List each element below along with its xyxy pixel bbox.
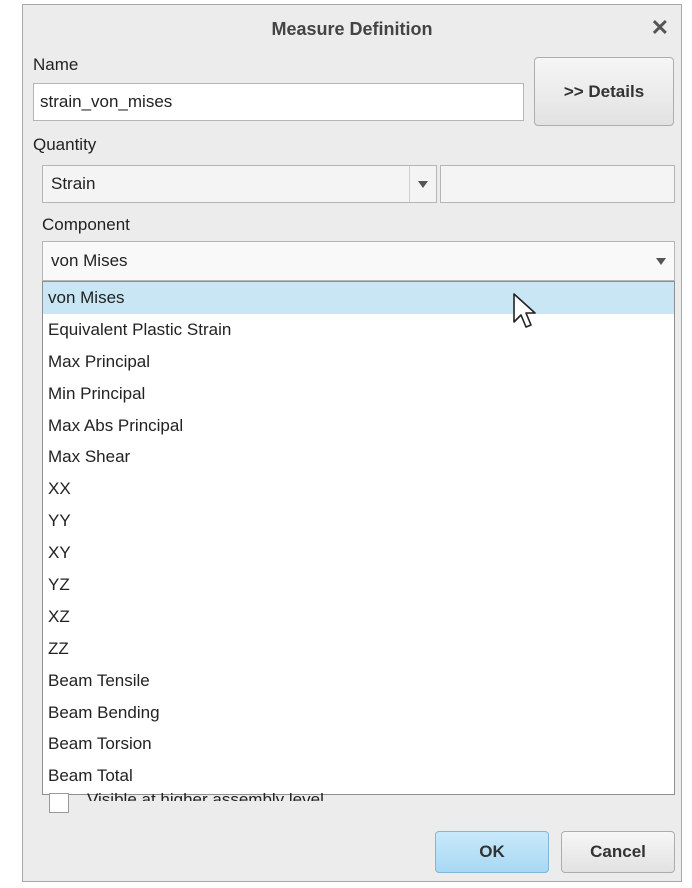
name-label: Name	[33, 55, 79, 74]
list-item[interactable]: von Mises	[43, 282, 674, 314]
quantity-select[interactable]: Strain	[42, 165, 437, 203]
list-item[interactable]: YY	[43, 505, 674, 537]
quantity-label: Quantity	[33, 135, 97, 154]
dialog-titlebar[interactable]: Measure Definition ✕	[23, 5, 681, 53]
list-item[interactable]: Max Principal	[43, 346, 674, 378]
list-item[interactable]: XY	[43, 537, 674, 569]
component-select[interactable]: von Mises	[42, 241, 675, 281]
list-item[interactable]: Max Abs Principal	[43, 410, 674, 442]
list-item[interactable]: XX	[43, 473, 674, 505]
visible-at-higher-level-label: Visible at higher assembly level	[87, 791, 324, 801]
name-input[interactable]: strain_von_mises	[33, 83, 524, 121]
list-item[interactable]: ZZ	[43, 633, 674, 665]
quantity-units-field[interactable]	[440, 165, 675, 203]
dialog-title: Measure Definition	[271, 19, 433, 39]
close-icon[interactable]: ✕	[651, 15, 669, 41]
details-button[interactable]: >> Details	[534, 57, 674, 126]
cancel-button[interactable]: Cancel	[561, 831, 675, 873]
list-item[interactable]: Beam Bending	[43, 697, 674, 729]
list-item[interactable]: XZ	[43, 601, 674, 633]
quantity-select-value: Strain	[51, 174, 96, 193]
list-item[interactable]: Max Shear	[43, 441, 674, 473]
chevron-down-icon[interactable]	[409, 166, 436, 202]
visible-at-higher-level-checkbox[interactable]	[49, 793, 69, 813]
measure-definition-dialog: Measure Definition ✕ Name strain_von_mis…	[22, 4, 682, 882]
mouse-pointer-icon	[513, 293, 536, 328]
list-item[interactable]: Min Principal	[43, 378, 674, 410]
list-item[interactable]: Beam Tensile	[43, 665, 674, 697]
component-label: Component	[42, 215, 130, 234]
chevron-down-icon[interactable]	[648, 242, 674, 280]
list-item[interactable]: YZ	[43, 569, 674, 601]
component-dropdown-list[interactable]: von Mises Equivalent Plastic Strain Max …	[42, 281, 675, 795]
list-item[interactable]: Beam Total	[43, 760, 674, 792]
ok-button[interactable]: OK	[435, 831, 549, 873]
list-item[interactable]: Beam Torsion	[43, 728, 674, 760]
list-item[interactable]: Equivalent Plastic Strain	[43, 314, 674, 346]
component-select-value: von Mises	[51, 251, 128, 270]
